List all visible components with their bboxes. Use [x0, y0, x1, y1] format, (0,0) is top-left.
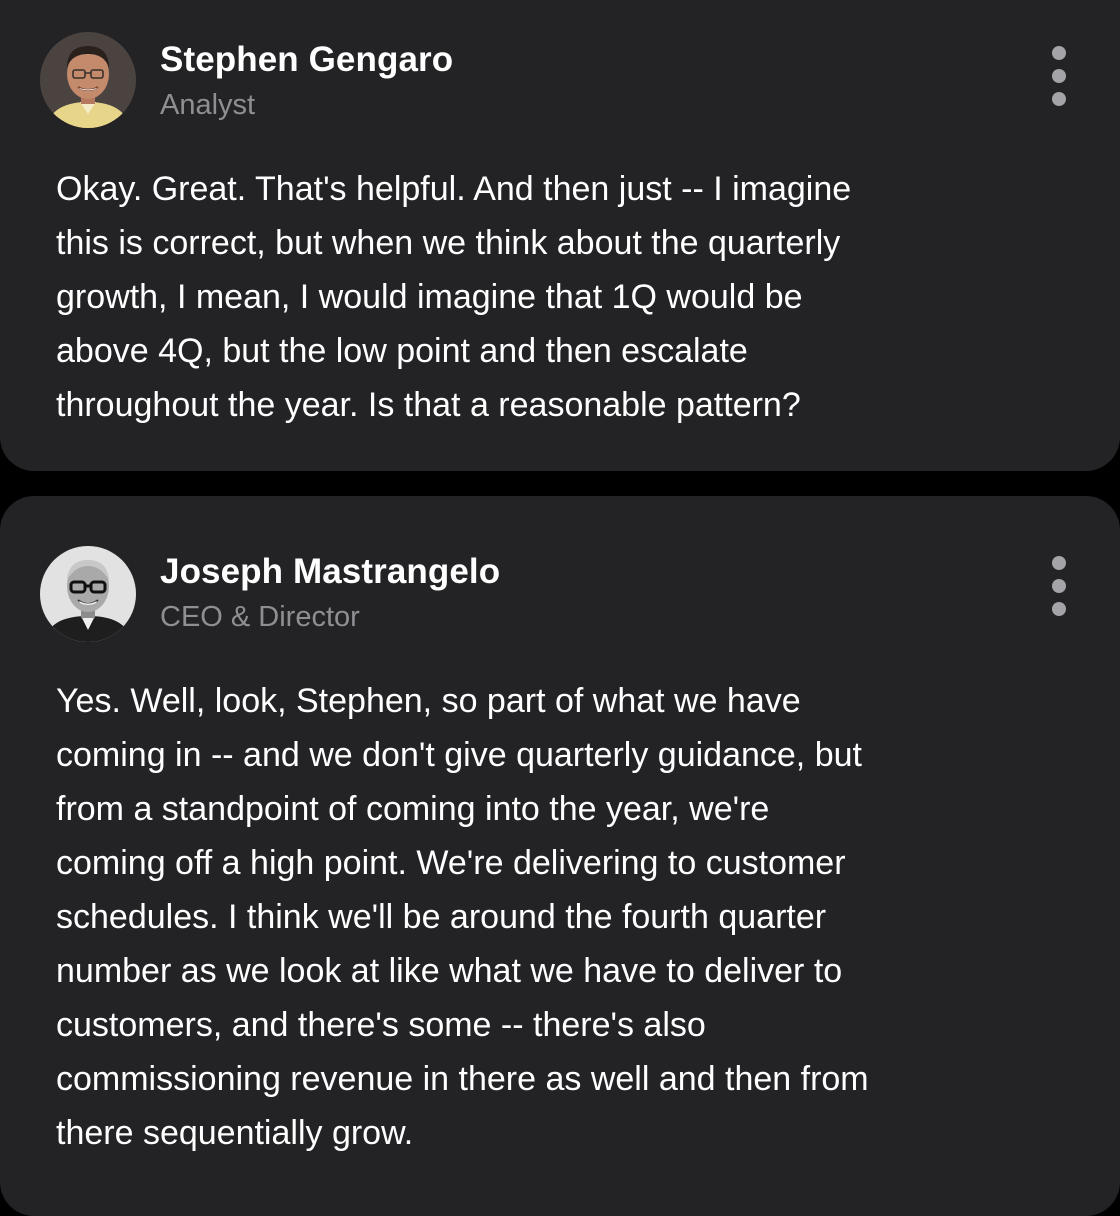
avatar[interactable] [40, 32, 136, 128]
more-vertical-icon [1052, 92, 1066, 106]
transcript-card-analyst: Stephen Gengaro Analyst Okay. Great. Tha… [0, 0, 1120, 471]
author-name: Stephen Gengaro [160, 40, 454, 79]
transcript-card-executive: Joseph Mastrangelo CEO & Director Yes. W… [0, 496, 1120, 1216]
more-options-button[interactable] [1044, 46, 1074, 106]
more-vertical-icon [1052, 69, 1066, 83]
person-photo-icon [40, 32, 136, 128]
more-vertical-icon [1052, 602, 1066, 616]
more-vertical-icon [1052, 46, 1066, 60]
answer-text: Yes. Well, look, Stephen, so part of wha… [56, 682, 869, 1152]
author-name: Joseph Mastrangelo [160, 552, 501, 591]
person-photo-icon [40, 546, 136, 642]
author-role: CEO & Director [160, 601, 360, 633]
question-text: Okay. Great. That's helpful. And then ju… [56, 170, 852, 424]
author-role: Analyst [160, 89, 256, 121]
more-vertical-icon [1052, 556, 1066, 570]
more-options-button[interactable] [1044, 556, 1074, 616]
avatar[interactable] [40, 546, 136, 642]
more-vertical-icon [1052, 579, 1066, 593]
